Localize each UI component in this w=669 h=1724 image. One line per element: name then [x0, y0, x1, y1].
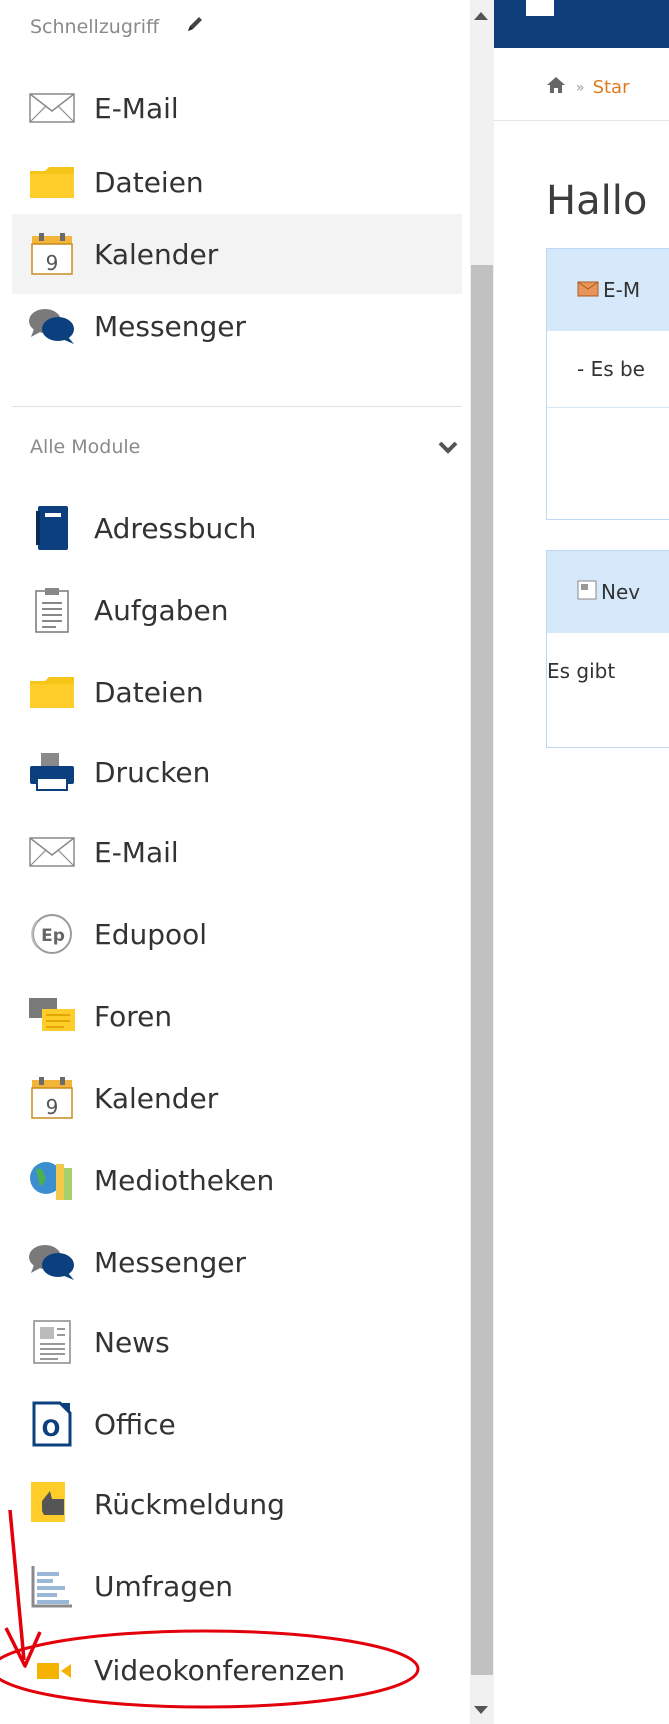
module-item-drucken[interactable]: Drucken — [12, 732, 462, 812]
scrollbar-thumb[interactable] — [471, 265, 493, 1675]
quick-item-email[interactable]: E-Mail — [12, 68, 462, 148]
module-item-videokonferenzen[interactable]: Videokonferenzen — [12, 1630, 462, 1710]
section-divider — [12, 406, 462, 407]
module-item-label: Umfragen — [94, 1569, 234, 1603]
breadcrumb: » Star — [546, 76, 630, 99]
email-panel-rule — [547, 407, 669, 408]
scroll-up-arrow-icon[interactable] — [474, 12, 488, 20]
module-item-label: Adressbuch — [94, 511, 257, 545]
video-icon — [26, 1648, 78, 1692]
module-item-label: Mediotheken — [94, 1163, 275, 1197]
survey-icon — [26, 1564, 78, 1608]
tasks-icon — [26, 588, 78, 633]
calendar-day: 9 — [46, 251, 59, 275]
module-item-label: Messenger — [94, 1245, 247, 1279]
module-item-adressbuch[interactable]: Adressbuch — [12, 488, 462, 568]
edupool-letters: Ep — [41, 926, 65, 946]
office-icon: O — [26, 1401, 78, 1447]
news-panel-header[interactable]: Nev — [547, 551, 669, 633]
module-item-aufgaben[interactable]: Aufgaben — [12, 570, 462, 650]
module-item-label: Videokonferenzen — [94, 1653, 346, 1687]
printer-icon — [26, 750, 78, 794]
messenger-icon — [26, 304, 78, 348]
module-item-label: Edupool — [94, 917, 208, 951]
feedback-icon — [26, 1482, 78, 1526]
home-icon[interactable] — [546, 76, 566, 99]
forum-icon — [26, 994, 78, 1038]
module-item-rueckmeldung[interactable]: Rückmeldung — [12, 1464, 462, 1544]
news-panel-title: Nev — [601, 580, 641, 604]
module-item-foren[interactable]: Foren — [12, 976, 462, 1056]
email-panel-header[interactable]: E-M — [547, 249, 669, 331]
module-item-label: Drucken — [94, 755, 211, 789]
calendar-icon: 9 — [26, 232, 78, 276]
module-item-label: Rückmeldung — [94, 1487, 285, 1521]
module-item-edupool[interactable]: Ep Edupool — [12, 894, 462, 974]
navbar-tab[interactable] — [526, 0, 554, 16]
news-icon — [26, 1320, 78, 1364]
news-small-icon — [577, 580, 597, 605]
calendar-day: 9 — [46, 1095, 59, 1119]
quick-item-label: Dateien — [94, 165, 204, 199]
module-item-label: Kalender — [94, 1081, 219, 1115]
top-navbar — [494, 0, 669, 48]
quick-item-label: E-Mail — [94, 91, 179, 125]
folder-icon — [26, 160, 78, 204]
email-icon — [26, 830, 78, 874]
module-item-label: Office — [94, 1407, 176, 1441]
module-item-office[interactable]: O Office — [12, 1384, 462, 1464]
breadcrumb-separator: » — [576, 79, 585, 96]
email-panel: E-M - Es be — [546, 248, 669, 520]
all-modules-header[interactable]: Alle Module — [30, 436, 140, 458]
module-item-messenger[interactable]: Messenger — [12, 1222, 462, 1302]
main-content: » Star Hallo E-M - Es be Nev Es gibt — [494, 0, 669, 1724]
scroll-down-arrow-icon[interactable] — [474, 1706, 488, 1714]
quick-item-messenger[interactable]: Messenger — [12, 286, 462, 366]
breadcrumb-divider — [494, 120, 669, 121]
email-panel-title: E-M — [603, 278, 641, 302]
module-item-label: E-Mail — [94, 835, 179, 869]
module-item-umfragen[interactable]: Umfragen — [12, 1546, 462, 1626]
module-item-label: Aufgaben — [94, 593, 229, 627]
addressbook-icon — [26, 506, 78, 550]
quick-item-label: Kalender — [94, 237, 219, 271]
email-icon — [26, 86, 78, 130]
module-item-label: Foren — [94, 999, 173, 1033]
quick-item-calendar[interactable]: 9 Kalender — [12, 214, 462, 294]
folder-icon — [26, 670, 78, 714]
quick-access-header: Schnellzugriff — [30, 14, 205, 39]
email-panel-text: - Es be — [577, 357, 645, 381]
office-letter: O — [42, 1417, 61, 1442]
sidebar: Schnellzugriff E-Mail Dateien 9 Kalender… — [0, 0, 470, 1724]
news-panel-text: Es gibt — [547, 659, 616, 683]
pencil-icon[interactable] — [185, 14, 205, 39]
mailbox-icon — [577, 278, 599, 302]
module-item-label: Dateien — [94, 675, 204, 709]
all-modules-title: Alle Module — [30, 436, 141, 458]
quick-access-title: Schnellzugriff — [30, 15, 160, 38]
edupool-icon: Ep — [26, 912, 78, 956]
news-panel-body: Es gibt — [547, 633, 669, 709]
email-panel-body: - Es be — [547, 331, 669, 408]
page-title: Hallo — [546, 178, 648, 224]
chevron-down-icon[interactable] — [438, 440, 458, 459]
calendar-icon: 9 — [26, 1076, 78, 1120]
news-panel: Nev Es gibt — [546, 550, 669, 748]
messenger-icon — [26, 1240, 78, 1284]
module-item-label: News — [94, 1325, 170, 1359]
module-item-kalender[interactable]: 9 Kalender — [12, 1058, 462, 1138]
module-item-mediotheken[interactable]: Mediotheken — [12, 1140, 462, 1220]
module-item-news[interactable]: News — [12, 1302, 462, 1382]
module-item-dateien[interactable]: Dateien — [12, 652, 462, 732]
quick-item-files[interactable]: Dateien — [12, 142, 462, 222]
quick-item-label: Messenger — [94, 309, 247, 343]
mediothek-icon — [26, 1158, 78, 1202]
module-item-email[interactable]: E-Mail — [12, 812, 462, 892]
breadcrumb-link[interactable]: Star — [593, 77, 630, 98]
